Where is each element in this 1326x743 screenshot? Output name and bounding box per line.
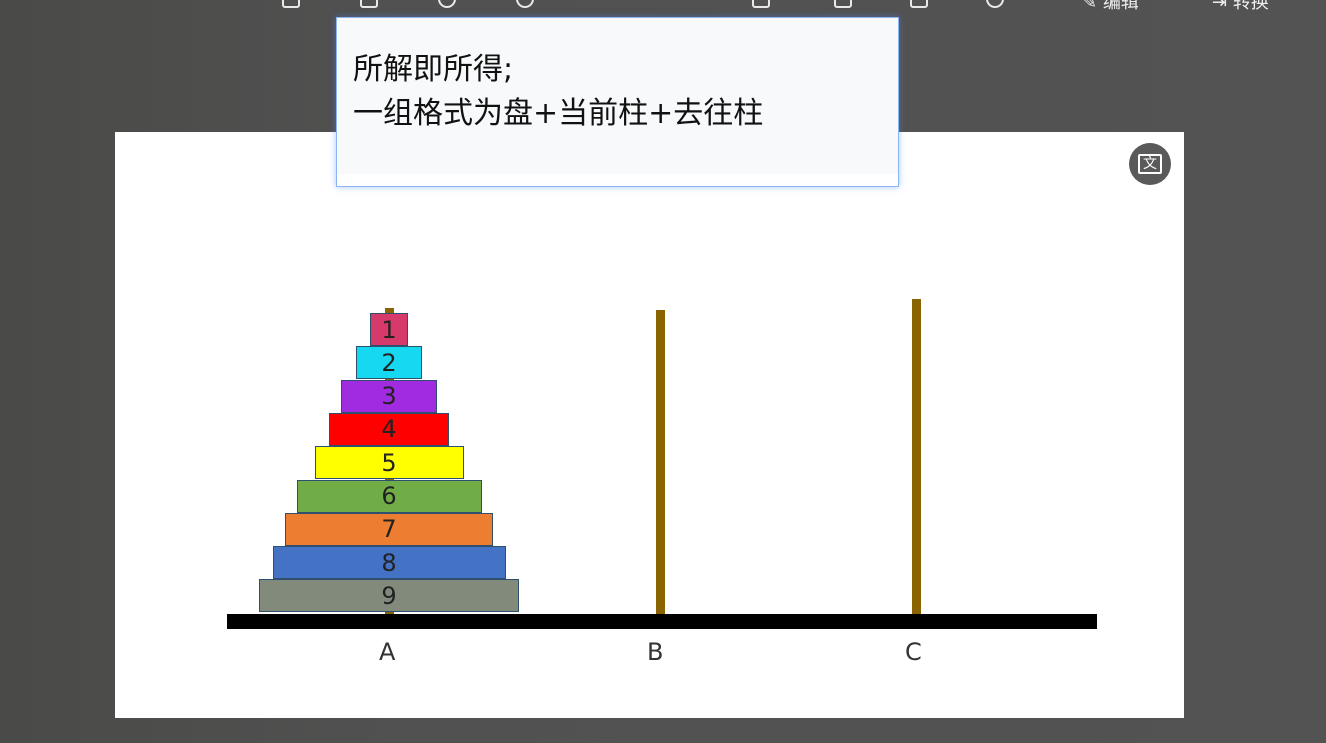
- disk-8: 8: [272, 546, 506, 580]
- disk-9: 9: [259, 579, 519, 613]
- disk-2: 2: [356, 346, 422, 380]
- copy-icon[interactable]: [834, 0, 852, 8]
- page-icon[interactable]: [752, 0, 770, 8]
- convert-label: 转换: [1232, 0, 1269, 13]
- translate-icon: 文: [1138, 154, 1162, 174]
- delete-icon[interactable]: [910, 0, 928, 8]
- hanoi-base: [227, 614, 1097, 629]
- edit-button[interactable]: ✎ 编辑: [1082, 0, 1139, 13]
- peg-label-c: C: [905, 638, 922, 666]
- translate-button[interactable]: 文: [1129, 143, 1171, 185]
- ocr-tooltip: 所解即所得; 一组格式为盘+当前柱+去往柱: [336, 17, 899, 187]
- peg-c: [912, 299, 921, 615]
- disk-7: 7: [285, 512, 493, 546]
- zoom-out-icon[interactable]: [516, 0, 534, 8]
- edit-label: 编辑: [1102, 0, 1139, 13]
- fullscreen-icon[interactable]: [282, 0, 300, 8]
- disk-3: 3: [341, 379, 437, 413]
- disk-4: 4: [329, 412, 449, 446]
- image-canvas: 123456789 A B C: [115, 132, 1184, 718]
- tooltip-line-2: 一组格式为盘+当前柱+去往柱: [353, 96, 764, 131]
- rotate-icon[interactable]: [986, 0, 1004, 8]
- peg-b: [656, 310, 665, 615]
- disk-5: 5: [314, 446, 464, 480]
- peg-label-a: A: [379, 638, 396, 666]
- convert-button[interactable]: ⇥ 转换: [1212, 0, 1269, 13]
- fit-icon[interactable]: [360, 0, 378, 8]
- disk-1: 1: [370, 313, 408, 346]
- disk-6: 6: [296, 479, 482, 513]
- tooltip-line-1: 所解即所得;: [353, 52, 514, 87]
- peg-label-b: B: [647, 638, 664, 666]
- zoom-in-icon[interactable]: [438, 0, 456, 8]
